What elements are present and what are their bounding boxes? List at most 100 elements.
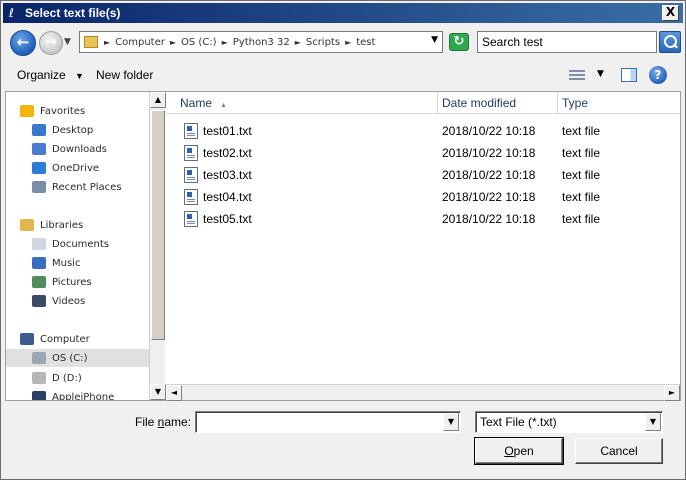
sidebar-item-label: Libraries (40, 219, 84, 231)
sidebar-item-label: Computer (40, 333, 90, 345)
cancel-button[interactable]: Cancel (575, 438, 663, 464)
sidebar-item[interactable]: D (D:) (6, 369, 149, 387)
star-icon (20, 105, 34, 117)
column-header-name[interactable]: Name ▲ (166, 92, 438, 114)
sidebar-item-label: Videos (52, 295, 86, 307)
search-icon[interactable] (659, 31, 681, 53)
sidebar-item[interactable]: Videos (6, 292, 149, 310)
file-type: text file (562, 190, 601, 204)
column-header-type[interactable]: Type (558, 92, 680, 114)
sidebar-item-label: Music (52, 257, 81, 269)
chevron-right-icon: ► (345, 37, 352, 47)
scrollbar-thumb[interactable] (151, 110, 165, 340)
sidebar-item-label: Pictures (52, 276, 92, 288)
sidebar-item-label: Documents (52, 238, 110, 250)
horizontal-scrollbar[interactable]: ◄ ► (166, 384, 680, 401)
organize-button[interactable]: Organize ▼ (17, 68, 84, 82)
preview-pane-icon[interactable] (621, 68, 637, 82)
chevron-down-icon[interactable]: ▼ (431, 35, 438, 45)
file-date: 2018/10/22 10:18 (442, 124, 536, 138)
scroll-left-icon[interactable]: ◄ (166, 385, 182, 401)
address-bar[interactable]: ► Computer ► OS (C:) ► Python3 32 ► Scri… (79, 31, 443, 53)
navigation-scrollbar[interactable]: ▲ ▼ (149, 92, 166, 400)
sidebar-item[interactable]: Favorites (6, 102, 149, 120)
change-view-icon[interactable] (569, 68, 585, 82)
sidebar-item-label: OS (C:) (52, 352, 88, 364)
chevron-down-icon[interactable]: ▼ (597, 69, 604, 79)
drive-icon (32, 352, 46, 364)
sidebar-item[interactable]: Downloads (6, 140, 149, 158)
sidebar-item[interactable]: OneDrive (6, 159, 149, 177)
sidebar-item[interactable]: Pictures (6, 273, 149, 291)
sidebar-item[interactable]: Recent Places (6, 178, 149, 196)
sidebar-item-label: OneDrive (52, 162, 100, 174)
file-type: text file (562, 146, 601, 160)
breadcrumb-item[interactable]: OS (C:) (181, 37, 217, 48)
filename-label: File name: (135, 415, 192, 429)
sidebar-item[interactable]: OS (C:) (6, 349, 149, 367)
window-title: Select text file(s) (25, 6, 121, 20)
drive-icon (32, 372, 46, 384)
column-headers: Name ▲ Date modified Type (166, 92, 680, 114)
file-name: test04.txt (203, 190, 252, 204)
file-row[interactable]: test02.txt 2018/10/22 10:18 text file (166, 142, 680, 164)
app-icon: ℓ (9, 6, 14, 20)
file-name: test03.txt (203, 168, 252, 182)
file-row[interactable]: test04.txt 2018/10/22 10:18 text file (166, 186, 680, 208)
sidebar-item-label: Downloads (52, 143, 107, 155)
back-button[interactable]: ← (10, 30, 36, 56)
refresh-button[interactable]: ↻ (449, 33, 469, 51)
filename-input[interactable]: ▼ (195, 411, 461, 433)
new-folder-button[interactable]: New folder (96, 68, 153, 82)
text-file-icon (184, 167, 198, 183)
computer-icon (20, 333, 34, 345)
recent-locations-icon[interactable]: ▼ (64, 37, 71, 47)
phone-icon (32, 391, 46, 400)
chevron-down-icon[interactable]: ▼ (443, 413, 459, 431)
sidebar-item[interactable]: Documents (6, 235, 149, 253)
pictures-icon (32, 276, 46, 288)
cloud-icon (32, 162, 46, 174)
chevron-down-icon[interactable]: ▼ (645, 413, 661, 431)
chevron-right-icon: ► (104, 37, 111, 47)
column-header-date[interactable]: Date modified (438, 92, 558, 114)
scroll-right-icon[interactable]: ► (664, 385, 680, 401)
close-button[interactable]: X (662, 5, 679, 21)
breadcrumb-item[interactable]: test (356, 37, 375, 48)
column-name-label: Name (180, 96, 213, 110)
file-row[interactable]: test01.txt 2018/10/22 10:18 text file (166, 120, 680, 142)
file-type: text file (562, 212, 601, 226)
sidebar-item[interactable]: Computer (6, 330, 149, 348)
sidebar-item-label: Favorites (40, 105, 86, 117)
sidebar-item-label: Desktop (52, 124, 94, 136)
text-file-icon (184, 123, 198, 139)
title-bar: ℓ Select text file(s) X (3, 3, 683, 23)
sidebar-item[interactable]: Libraries (6, 216, 149, 234)
sidebar-item[interactable]: Music (6, 254, 149, 272)
file-date: 2018/10/22 10:18 (442, 146, 536, 160)
forward-button[interactable]: → (39, 31, 63, 55)
file-name: test05.txt (203, 212, 252, 226)
search-input[interactable]: Search test (477, 31, 657, 53)
sidebar-item-label: D (D:) (52, 372, 82, 384)
file-row[interactable]: test05.txt 2018/10/22 10:18 text file (166, 208, 680, 230)
sidebar-item[interactable]: Desktop (6, 121, 149, 139)
sidebar-item[interactable]: AppleiPhone (6, 388, 149, 400)
navigation-bar: ← → ▼ ► Computer ► OS (C:) ► Python3 32 … (3, 25, 683, 59)
scroll-down-icon[interactable]: ▼ (150, 384, 166, 400)
text-file-icon (184, 211, 198, 227)
help-icon[interactable]: ? (649, 66, 667, 84)
breadcrumb-item[interactable]: Computer (115, 37, 165, 48)
breadcrumb-item[interactable]: Scripts (306, 37, 340, 48)
scroll-up-icon[interactable]: ▲ (150, 92, 166, 108)
videos-icon (32, 295, 46, 307)
file-row[interactable]: test03.txt 2018/10/22 10:18 text file (166, 164, 680, 186)
file-type-value: Text File (*.txt) (480, 415, 557, 429)
breadcrumb-item[interactable]: Python3 32 (233, 37, 290, 48)
file-date: 2018/10/22 10:18 (442, 168, 536, 182)
file-type-select[interactable]: Text File (*.txt) ▼ (475, 411, 663, 433)
open-button[interactable]: Open (474, 437, 564, 465)
file-name: test01.txt (203, 124, 252, 138)
file-list: Name ▲ Date modified Type test01.txt 2018/… (166, 92, 680, 401)
file-date: 2018/10/22 10:18 (442, 212, 536, 226)
